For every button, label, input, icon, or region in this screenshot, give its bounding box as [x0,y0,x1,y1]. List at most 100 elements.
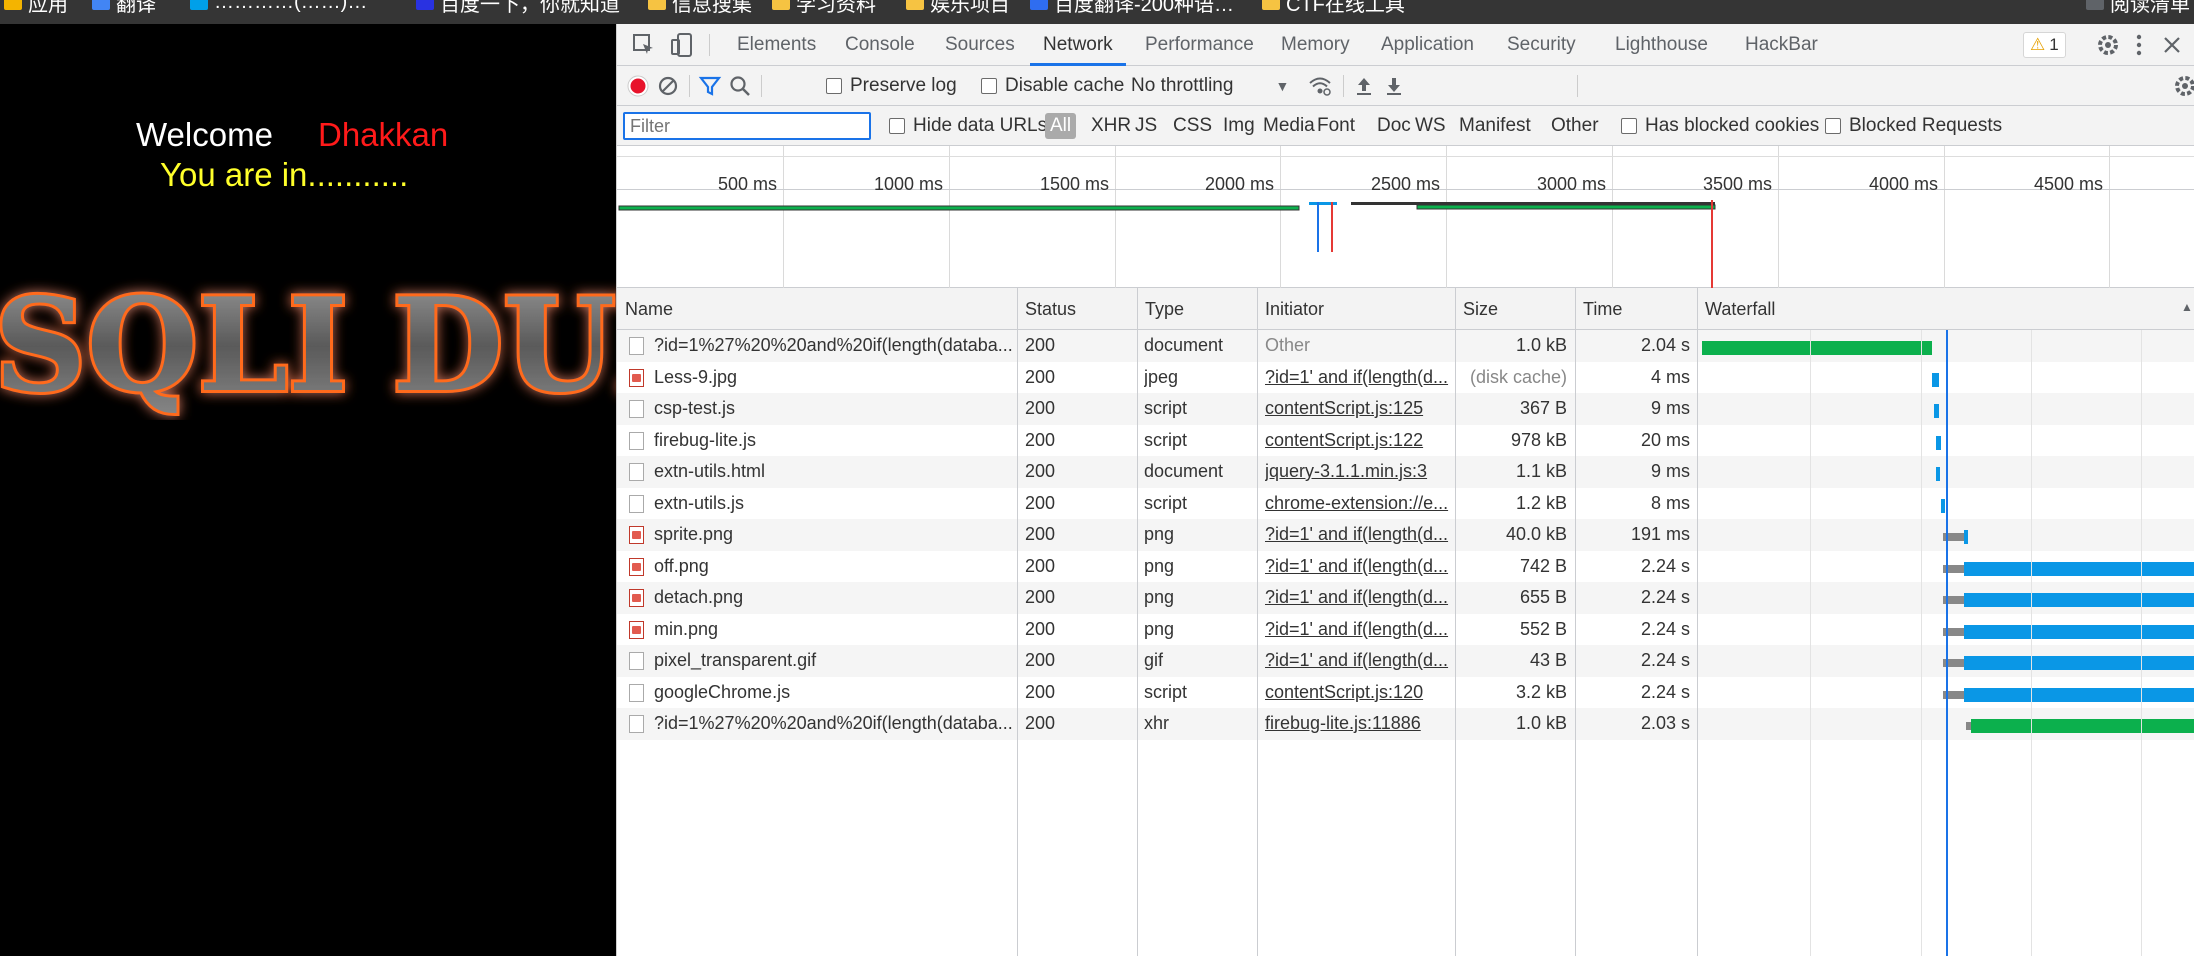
tab-hackbar[interactable]: HackBar [1745,24,1818,66]
network-conditions-icon[interactable] [1307,73,1333,99]
column-header-time[interactable]: Time [1575,288,1697,330]
filter-input[interactable] [623,112,871,140]
inspect-element-icon[interactable] [631,32,657,58]
table-row[interactable]: detach.png 200 png ?id=1' and if(length(d..… [617,582,2194,614]
request-initiator[interactable]: jquery-3.1.1.min.js:3 [1265,456,1451,488]
column-header-initiator[interactable]: Initiator [1257,288,1455,330]
bookmark-item[interactable]: 阅读清单 [2086,0,2190,16]
table-row[interactable]: sprite.png 200 png ?id=1' and if(length(d..… [617,519,2194,551]
request-initiator[interactable]: ?id=1' and if(length(d... [1265,582,1451,614]
search-icon[interactable] [727,73,753,99]
column-header-waterfall[interactable]: Waterfall [1697,288,2194,330]
filter-icon[interactable] [697,73,723,99]
tab-console[interactable]: Console [845,24,915,66]
request-initiator[interactable]: contentScript.js:120 [1265,677,1451,709]
table-row[interactable]: pixel_transparent.gif 200 gif ?id=1' and if… [617,645,2194,677]
filter-type-manifest[interactable]: Manifest [1459,106,1531,146]
table-row[interactable]: extn-utils.html 200 document jquery-3.1.1.m… [617,456,2194,488]
column-header-name[interactable]: Name [617,288,1017,330]
tab-elements[interactable]: Elements [737,24,816,66]
tab-memory[interactable]: Memory [1281,24,1350,66]
tab-network[interactable]: Network [1030,24,1126,66]
table-row[interactable]: firebug-lite.js 200 script contentScript.js… [617,425,2194,457]
filter-type-js[interactable]: JS [1135,106,1157,146]
request-initiator[interactable]: ?id=1' and if(length(d... [1265,551,1451,583]
tab-security[interactable]: Security [1507,24,1576,66]
hide-data-urls-checkbox[interactable] [889,118,905,134]
import-har-icon[interactable] [1351,73,1377,99]
request-initiator[interactable]: contentScript.js:125 [1265,393,1451,425]
blocked-requests-checkbox[interactable] [1825,118,1841,134]
column-header-size[interactable]: Size [1455,288,1575,330]
throttling-select[interactable]: No throttling ▼ [1131,66,1289,106]
request-name[interactable]: pixel_transparent.gif [654,645,1014,677]
request-name[interactable]: googleChrome.js [654,677,1014,709]
filter-type-other[interactable]: Other [1551,106,1599,146]
bookmark-item[interactable]: 学习资料 [772,0,876,16]
tab-application[interactable]: Application [1381,24,1474,66]
request-name[interactable]: extn-utils.js [654,488,1014,520]
device-toolbar-icon[interactable] [669,32,695,58]
gear-icon[interactable] [2095,32,2121,58]
filter-type-css[interactable]: CSS [1173,106,1212,146]
preserve-log-toggle[interactable]: Preserve log [826,66,957,106]
bookmark-item[interactable]: 百度翻译-200种语… [1030,0,1234,16]
table-row[interactable]: min.png 200 png ?id=1' and if(length(d... 55… [617,614,2194,646]
more-vert-icon[interactable] [2126,32,2152,58]
filter-type-xhr[interactable]: XHR [1091,106,1131,146]
disable-cache-toggle[interactable]: Disable cache [981,66,1124,106]
filter-type-img[interactable]: Img [1223,106,1255,146]
tab-lighthouse[interactable]: Lighthouse [1615,24,1708,66]
table-row[interactable]: extn-utils.js 200 script chrome-extension:/… [617,488,2194,520]
bookmark-item[interactable]: 应用 [4,0,68,16]
bookmark-item[interactable]: 翻译 [92,0,156,16]
table-row[interactable]: googleChrome.js 200 script contentScript.js… [617,677,2194,709]
network-overview[interactable]: 500 ms 1000 ms 1500 ms 2000 ms 2500 ms 3000 m… [617,146,2194,288]
bookmark-item[interactable]: 娱乐项目 [906,0,1010,16]
table-row[interactable]: ?id=1%27%20%20and%20if(length(databa... 2… [617,330,2194,362]
table-row[interactable]: off.png 200 png ?id=1' and if(length(d... 74… [617,551,2194,583]
request-name[interactable]: extn-utils.html [654,456,1014,488]
has-blocked-cookies-toggle[interactable]: Has blocked cookies [1621,106,1819,146]
request-name[interactable]: ?id=1%27%20%20and%20if(length(databa... [654,708,1014,740]
filter-type-doc[interactable]: Doc [1377,106,1411,146]
bookmark-item[interactable]: CTF在线工具 [1262,0,1405,16]
request-name[interactable]: detach.png [654,582,1014,614]
filter-type-media[interactable]: Media [1263,106,1315,146]
disable-cache-checkbox[interactable] [981,78,997,94]
request-initiator[interactable]: ?id=1' and if(length(d... [1265,519,1451,551]
request-name[interactable]: sprite.png [654,519,1014,551]
export-har-icon[interactable] [1381,73,1407,99]
request-name[interactable]: ?id=1%27%20%20and%20if(length(databa... [654,330,1014,362]
request-initiator[interactable]: chrome-extension://e... [1265,488,1451,520]
tab-performance[interactable]: Performance [1145,24,1254,66]
table-row[interactable]: Less-9.jpg 200 jpeg ?id=1' and if(length(d.… [617,362,2194,394]
request-name[interactable]: off.png [654,551,1014,583]
warning-badge[interactable]: ⚠ 1 [2023,32,2066,58]
request-initiator[interactable]: ?id=1' and if(length(d... [1265,362,1451,394]
has-blocked-cookies-checkbox[interactable] [1621,118,1637,134]
table-row[interactable]: ?id=1%27%20%20and%20if(length(databa... 2… [617,708,2194,740]
request-initiator[interactable]: ?id=1' and if(length(d... [1265,614,1451,646]
filter-type-ws[interactable]: WS [1415,106,1446,146]
table-row[interactable]: csp-test.js 200 script contentScript.js:125… [617,393,2194,425]
filter-type-all[interactable]: All [1045,113,1077,139]
preserve-log-checkbox[interactable] [826,78,842,94]
column-header-status[interactable]: Status [1017,288,1137,330]
request-name[interactable]: min.png [654,614,1014,646]
network-settings-icon[interactable] [2172,73,2194,99]
request-name[interactable]: csp-test.js [654,393,1014,425]
request-initiator[interactable]: contentScript.js:122 [1265,425,1451,457]
close-icon[interactable] [2159,32,2185,58]
record-icon[interactable] [625,73,651,99]
request-name[interactable]: firebug-lite.js [654,425,1014,457]
tab-sources[interactable]: Sources [945,24,1015,66]
blocked-requests-toggle[interactable]: Blocked Requests [1825,106,2002,146]
filter-type-font[interactable]: Font [1317,106,1355,146]
clear-icon[interactable] [655,73,681,99]
request-initiator[interactable]: firebug-lite.js:11886 [1265,708,1451,740]
bookmark-item[interactable]: 信息搜集 [648,0,752,16]
hide-data-urls-toggle[interactable]: Hide data URLs [889,106,1047,146]
request-initiator[interactable]: ?id=1' and if(length(d... [1265,645,1451,677]
column-header-type[interactable]: Type [1137,288,1257,330]
